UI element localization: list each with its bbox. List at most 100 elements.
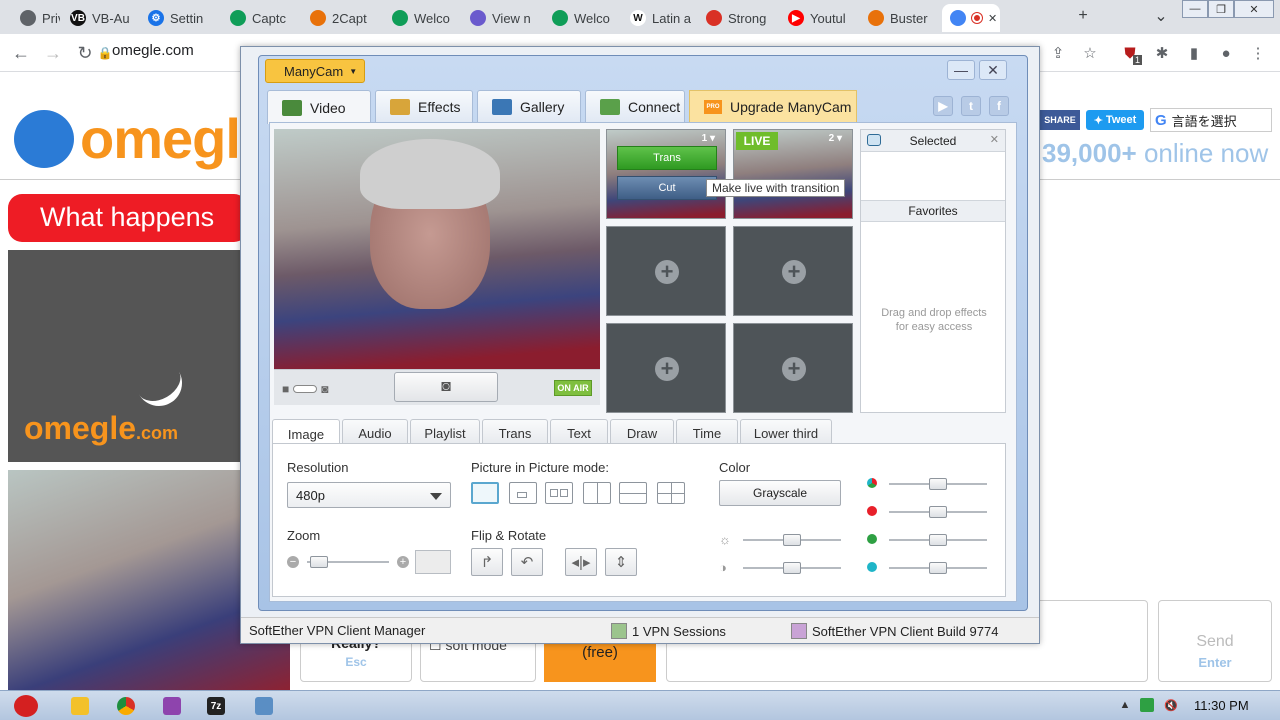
blue-channel-icon — [867, 562, 877, 572]
7zip-taskbar-icon[interactable]: 7z — [198, 694, 234, 718]
facebook-icon[interactable]: f — [989, 96, 1009, 116]
tab-favicon-icon — [950, 10, 966, 26]
add-source-icon[interactable]: + — [782, 260, 806, 284]
tab-search-button[interactable]: ⌄ — [1148, 4, 1174, 28]
start-button-angry-bird-icon[interactable] — [4, 694, 48, 718]
snapshot-button[interactable]: ◙ — [394, 372, 498, 402]
source-slot-3[interactable]: + — [606, 226, 726, 316]
tab-title: 2Capt — [332, 10, 367, 26]
close-icon[interactable]: ✕ — [990, 133, 999, 146]
explorer-taskbar-icon[interactable] — [62, 694, 98, 718]
address-bar[interactable]: omegle.com — [112, 42, 194, 59]
browser-tab[interactable]: Welco — [544, 4, 620, 32]
facebook-share-button[interactable]: SHARE — [1040, 110, 1080, 130]
manycam-close-button[interactable]: ✕ — [979, 60, 1007, 80]
manycam-tab-effects[interactable]: Effects — [375, 90, 473, 122]
side-panel-icon[interactable]: ▮ — [1182, 41, 1206, 65]
taskbar-clock[interactable]: 11:30 PM — [1194, 698, 1249, 713]
red-slider-thumb[interactable] — [929, 506, 947, 518]
blue-slider-thumb[interactable] — [929, 562, 947, 574]
manycam-tab-video[interactable]: Video — [267, 90, 371, 124]
eye-icon[interactable] — [867, 134, 881, 146]
minimize-window-button[interactable]: — — [1182, 0, 1208, 18]
close-tab-icon[interactable]: ✕ — [988, 12, 997, 25]
browser-tab[interactable]: Privac — [12, 4, 60, 32]
mode-switch[interactable] — [293, 385, 318, 393]
flip-vertical-button[interactable]: ⇕ — [605, 548, 637, 576]
manycam-window[interactable]: ManyCam ▼ — ✕ Video Effects Gallery Connect … — [258, 55, 1028, 611]
tweet-button[interactable]: ✦ Tweet — [1086, 110, 1144, 130]
grayscale-button[interactable]: Grayscale — [719, 480, 841, 506]
add-source-icon[interactable]: + — [655, 357, 679, 381]
back-button[interactable]: ← — [8, 40, 34, 66]
green-slider-thumb[interactable] — [929, 534, 947, 546]
browser-tab[interactable]: 2Capt — [302, 4, 382, 32]
new-tab-button[interactable]: + — [1070, 4, 1096, 28]
source-slot-5[interactable]: + — [606, 323, 726, 413]
manycam-tab-gallery[interactable]: Gallery — [477, 90, 581, 122]
bookmark-star-icon[interactable]: ☆ — [1078, 41, 1102, 65]
pip-mode-corner[interactable] — [509, 482, 537, 504]
pip-mode-side-by-side[interactable] — [545, 482, 573, 504]
extensions-puzzle-icon[interactable]: ✱ — [1150, 41, 1174, 65]
zoom-slider-thumb[interactable] — [310, 556, 329, 568]
camera-mode-toggle[interactable]: ■ ◙ — [282, 382, 329, 396]
share-page-icon[interactable]: ⇪ — [1046, 41, 1070, 65]
send-button[interactable]: Send Enter — [1158, 600, 1272, 682]
google-translate-select[interactable]: G 言語を選択 — [1150, 108, 1272, 132]
pip-mode-vertical-split[interactable] — [583, 482, 611, 504]
manycam-menu-button[interactable]: ManyCam ▼ — [265, 59, 365, 83]
slot-1-number[interactable]: 1 ▾ — [702, 133, 715, 144]
tray-app-icon[interactable] — [1140, 698, 1154, 712]
resolution-select[interactable]: 480p — [287, 482, 451, 508]
chrome-taskbar-icon[interactable] — [108, 694, 144, 718]
chrome-menu-icon[interactable]: ⋮ — [1246, 41, 1270, 65]
tray-expand-icon[interactable]: ▲ — [1118, 698, 1132, 712]
pip-mode-none[interactable] — [471, 482, 499, 504]
restore-window-button[interactable]: ❐ — [1208, 0, 1234, 18]
browser-tab[interactable]: Welco — [384, 4, 460, 32]
rgb-all-slider-thumb[interactable] — [929, 478, 947, 490]
browser-tab[interactable]: Strong — [698, 4, 778, 32]
manycam-minimize-button[interactable]: — — [947, 60, 975, 80]
forward-button[interactable]: → — [40, 40, 66, 66]
zoom-out-icon[interactable]: − — [287, 556, 299, 568]
zoom-in-icon[interactable]: + — [397, 556, 409, 568]
close-window-button[interactable]: ✕ — [1234, 0, 1274, 18]
manycam-taskbar-icon[interactable] — [154, 694, 190, 718]
slot-2-number[interactable]: 2 ▾ — [829, 133, 842, 144]
browser-tab[interactable]: ▶ Youtul — [780, 4, 858, 32]
softether-taskbar-icon[interactable] — [246, 694, 282, 718]
pip-mode-horizontal-split[interactable] — [619, 482, 647, 504]
ublock-extension-icon[interactable]: ⛊ 1 — [1118, 41, 1142, 65]
source-slot-6[interactable]: + — [733, 323, 853, 413]
trans-button[interactable]: Trans — [617, 146, 717, 170]
tab-active[interactable]: ✕ — [942, 4, 1000, 32]
flip-horizontal-button[interactable]: ◂|▸ — [565, 548, 597, 576]
upgrade-manycam-tab[interactable]: PRO Upgrade ManyCam — [689, 90, 857, 122]
manycam-tab-connect[interactable]: Connect — [585, 90, 685, 122]
browser-tab[interactable]: W Latin a — [622, 4, 696, 32]
rotate-left-button[interactable]: ↶ — [511, 548, 543, 576]
add-source-icon[interactable]: + — [655, 260, 679, 284]
pip-mode-quad[interactable] — [657, 482, 685, 504]
profile-avatar-icon[interactable]: ● — [1214, 41, 1238, 65]
browser-tab[interactable]: VB VB-Au — [62, 4, 138, 32]
add-source-icon[interactable]: + — [782, 357, 806, 381]
rotate-right-button[interactable]: ↱ — [471, 548, 503, 576]
source-slot-1[interactable]: 1 ▾ Trans Cut — [606, 129, 726, 219]
stranger-logo-text: omegle — [24, 410, 137, 446]
cut-button[interactable]: Cut — [617, 176, 717, 200]
pip-label: Picture in Picture mode: — [471, 460, 610, 475]
source-slot-2[interactable]: LIVE 2 ▾ — [733, 129, 853, 219]
browser-tab[interactable]: ⚙ Settin — [140, 4, 220, 32]
browser-tab[interactable]: Captc — [222, 4, 300, 32]
brightness-slider-thumb[interactable] — [783, 534, 801, 546]
volume-muted-icon[interactable]: 🔇 — [1164, 698, 1178, 712]
youtube-icon[interactable]: ▶ — [933, 96, 953, 116]
contrast-slider-thumb[interactable] — [783, 562, 801, 574]
browser-tab[interactable]: Buster — [860, 4, 940, 32]
twitter-icon[interactable]: t — [961, 96, 981, 116]
source-slot-4[interactable]: + — [733, 226, 853, 316]
browser-tab[interactable]: View n — [462, 4, 542, 32]
